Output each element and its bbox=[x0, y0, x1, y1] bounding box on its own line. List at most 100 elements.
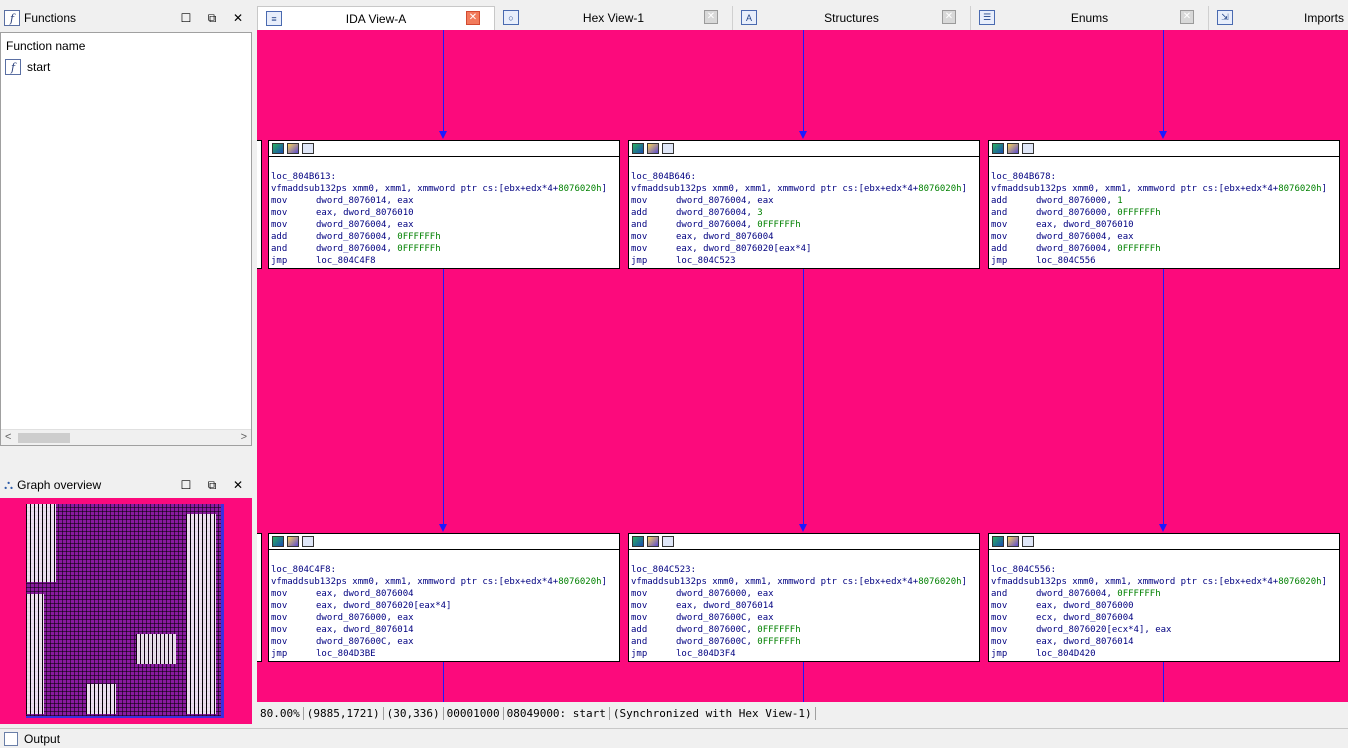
instruction-line[interactable]: jmp loc_804C523 bbox=[631, 255, 979, 267]
graph-node[interactable]: loc_804C523: vfmaddsub132ps xmm0, xmm1, x… bbox=[628, 533, 980, 662]
tab-structures[interactable]: A Structures ✕ bbox=[733, 6, 971, 30]
loc-label[interactable]: loc_804B678: bbox=[991, 171, 1339, 183]
close-icon[interactable]: ✕ bbox=[704, 10, 718, 24]
graph-node[interactable]: loc_804B678: vfmaddsub132ps xmm0, xmm1, x… bbox=[988, 140, 1340, 269]
loc-label[interactable]: loc_804B646: bbox=[631, 171, 979, 183]
edit-icon[interactable] bbox=[647, 536, 659, 547]
graph-view[interactable]: loc_804B613: vfmaddsub132ps xmm0, xmm1, x… bbox=[257, 30, 1348, 702]
color-icon[interactable] bbox=[992, 536, 1004, 547]
instruction-line[interactable]: mov eax, dword_8076010 bbox=[991, 219, 1339, 231]
close-icon[interactable]: ✕ bbox=[230, 477, 246, 493]
instruction-line[interactable]: mov eax, dword_8076014 bbox=[271, 624, 619, 636]
instruction-line[interactable]: vfmaddsub132ps xmm0, xmm1, xmmword ptr c… bbox=[271, 576, 619, 588]
group-icon[interactable] bbox=[662, 536, 674, 547]
instruction-line[interactable]: add dword_8076004, 0FFFFFFh bbox=[991, 243, 1339, 255]
close-icon[interactable]: ✕ bbox=[942, 10, 956, 24]
instruction-line[interactable]: vfmaddsub132ps xmm0, xmm1, xmmword ptr c… bbox=[271, 183, 619, 195]
tab-ida-view-a[interactable]: ≡ IDA View-A ✕ bbox=[257, 6, 495, 30]
close-icon[interactable]: ✕ bbox=[230, 10, 246, 26]
edit-icon[interactable] bbox=[1007, 536, 1019, 547]
group-icon[interactable] bbox=[302, 536, 314, 547]
graph-overview-canvas[interactable] bbox=[0, 498, 252, 724]
instruction-line[interactable]: jmp loc_804C4F8 bbox=[271, 255, 619, 267]
instruction-line[interactable]: mov dword_8076014, eax bbox=[271, 195, 619, 207]
loc-label[interactable]: loc_804B613: bbox=[271, 171, 619, 183]
group-icon[interactable] bbox=[1022, 536, 1034, 547]
instruction-line[interactable]: mov eax, dword_8076004 bbox=[271, 588, 619, 600]
instruction-line[interactable]: mov eax, dword_8076020[eax*4] bbox=[271, 600, 619, 612]
tab-enums[interactable]: ☰ Enums ✕ bbox=[971, 6, 1209, 30]
graph-node[interactable]: loc_804C556: vfmaddsub132ps xmm0, xmm1, x… bbox=[988, 533, 1340, 662]
instruction-line[interactable]: add dword_8076000, 1 bbox=[991, 195, 1339, 207]
group-icon[interactable] bbox=[1022, 143, 1034, 154]
instruction-line[interactable]: mov dword_8076000, eax bbox=[631, 588, 979, 600]
list-item[interactable]: f start bbox=[1, 57, 251, 77]
instruction-line[interactable]: and dword_8076004, 0FFFFFFh bbox=[631, 219, 979, 231]
instruction-line[interactable]: mov dword_8076004, eax bbox=[631, 195, 979, 207]
instruction-line[interactable]: vfmaddsub132ps xmm0, xmm1, xmmword ptr c… bbox=[631, 183, 979, 195]
instruction-line[interactable]: add dword_807600C, 0FFFFFFh bbox=[631, 624, 979, 636]
tab-hex-view-1[interactable]: ○ Hex View-1 ✕ bbox=[495, 6, 733, 30]
instruction-line[interactable]: vfmaddsub132ps xmm0, xmm1, xmmword ptr c… bbox=[991, 576, 1339, 588]
edit-icon[interactable] bbox=[287, 536, 299, 547]
color-icon[interactable] bbox=[992, 143, 1004, 154]
instruction-line[interactable]: vfmaddsub132ps xmm0, xmm1, xmmword ptr c… bbox=[991, 183, 1339, 195]
column-header-function-name[interactable]: Function name bbox=[1, 33, 251, 57]
tab-imports[interactable]: ⇲ Imports bbox=[1209, 6, 1348, 30]
instruction-line[interactable]: mov eax, dword_8076014 bbox=[991, 636, 1339, 648]
close-icon[interactable]: ✕ bbox=[466, 11, 480, 25]
float-icon[interactable]: ⧉ bbox=[204, 10, 220, 26]
color-icon[interactable] bbox=[632, 143, 644, 154]
edit-icon[interactable] bbox=[287, 143, 299, 154]
maximize-icon[interactable]: ☐ bbox=[178, 10, 194, 26]
instruction-line[interactable]: mov dword_8076000, eax bbox=[271, 612, 619, 624]
instruction-line[interactable]: vfmaddsub132ps xmm0, xmm1, xmmword ptr c… bbox=[631, 576, 979, 588]
color-icon[interactable] bbox=[272, 536, 284, 547]
instruction-line[interactable]: mov dword_8076020[ecx*4], eax bbox=[991, 624, 1339, 636]
scroll-thumb[interactable] bbox=[18, 433, 70, 443]
loc-label[interactable]: loc_804C556: bbox=[991, 564, 1339, 576]
instruction-line[interactable]: jmp loc_804C556 bbox=[991, 255, 1339, 267]
instruction-line[interactable]: add dword_8076004, 0FFFFFFh bbox=[271, 231, 619, 243]
loc-label[interactable]: loc_804C4F8: bbox=[271, 564, 619, 576]
instruction-line[interactable]: mov dword_8076004, eax bbox=[271, 219, 619, 231]
instruction-line[interactable]: and dword_807600C, 0FFFFFFh bbox=[631, 636, 979, 648]
instruction-line[interactable]: and dword_8076000, 0FFFFFFh bbox=[991, 207, 1339, 219]
group-icon[interactable] bbox=[662, 143, 674, 154]
loc-label[interactable]: loc_804C523: bbox=[631, 564, 979, 576]
graph-overview-map[interactable] bbox=[26, 504, 224, 718]
horizontal-scrollbar[interactable]: < > bbox=[1, 429, 251, 445]
close-icon[interactable]: ✕ bbox=[1180, 10, 1194, 24]
graph-node[interactable]: loc_804B646: vfmaddsub132ps xmm0, xmm1, x… bbox=[628, 140, 980, 269]
instruction-line[interactable]: mov eax, dword_8076010 bbox=[271, 207, 619, 219]
output-panel-header[interactable]: Output bbox=[0, 728, 1348, 748]
instruction-line[interactable]: and dword_8076004, 0FFFFFFh bbox=[991, 588, 1339, 600]
graph-node[interactable]: loc_804B613: vfmaddsub132ps xmm0, xmm1, x… bbox=[268, 140, 620, 269]
instruction-line[interactable]: mov eax, dword_8076014 bbox=[631, 600, 979, 612]
instruction-line[interactable]: mov eax, dword_8076004 bbox=[631, 231, 979, 243]
instruction-line[interactable]: jmp loc_804D420 bbox=[991, 648, 1339, 660]
color-icon[interactable] bbox=[632, 536, 644, 547]
instruction-line[interactable]: jmp loc_804D3F4 bbox=[631, 648, 979, 660]
maximize-icon[interactable]: ☐ bbox=[178, 477, 194, 493]
edit-icon[interactable] bbox=[647, 143, 659, 154]
instruction-line[interactable]: mov dword_8076004, eax bbox=[991, 231, 1339, 243]
instruction-line[interactable]: mov dword_807600C, eax bbox=[271, 636, 619, 648]
operand: dword_807600C, bbox=[676, 625, 758, 635]
graph-node[interactable]: loc_804C4F8: vfmaddsub132ps xmm0, xmm1, x… bbox=[268, 533, 620, 662]
instruction-line[interactable]: mov dword_807600C, eax bbox=[631, 612, 979, 624]
scroll-right-icon[interactable]: > bbox=[241, 431, 247, 443]
instruction-line[interactable]: jmp loc_804D3BE bbox=[271, 648, 619, 660]
edit-icon[interactable] bbox=[1007, 143, 1019, 154]
instruction-line[interactable]: mov eax, dword_8076020[eax*4] bbox=[631, 243, 979, 255]
float-icon[interactable]: ⧉ bbox=[204, 477, 220, 493]
instruction-line[interactable]: and dword_8076004, 0FFFFFFh bbox=[271, 243, 619, 255]
color-icon[interactable] bbox=[272, 143, 284, 154]
instruction-line[interactable]: mov eax, dword_8076000 bbox=[991, 600, 1339, 612]
group-icon[interactable] bbox=[302, 143, 314, 154]
hex-icon: ○ bbox=[503, 10, 519, 25]
instruction-line[interactable]: add dword_8076004, 3 bbox=[631, 207, 979, 219]
instruction-line[interactable]: mov ecx, dword_8076004 bbox=[991, 612, 1339, 624]
scroll-left-icon[interactable]: < bbox=[5, 431, 11, 443]
mnemonic: vfmaddsub132ps bbox=[271, 184, 347, 194]
